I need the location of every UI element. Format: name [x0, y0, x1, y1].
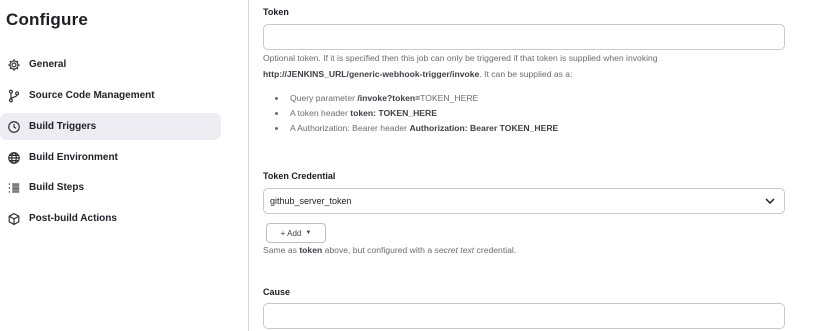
token-help-line2-tail: . It can be supplied as a:: [479, 69, 573, 79]
token-credential-selected: github_server_token: [270, 196, 352, 206]
bullet-icon: [275, 97, 278, 100]
page-title: Configure: [6, 10, 89, 29]
clock-icon: [6, 119, 22, 135]
bullet-icon: [275, 112, 278, 115]
token-help-line2: http://JENKINS_URL/generic-webhook-trigg…: [263, 66, 785, 82]
add-credential-button[interactable]: + Add ▼: [266, 223, 326, 243]
cause-input[interactable]: [263, 303, 785, 329]
sidebar: Configure General Source Code Management…: [0, 0, 235, 331]
token-label: Token: [263, 7, 289, 17]
sidebar-item-source-code-management[interactable]: Source Code Management: [0, 82, 221, 109]
cause-label: Cause: [263, 287, 291, 297]
gear-icon: [6, 57, 22, 73]
sidebar-item-label: Build Steps: [29, 182, 85, 193]
sidebar-item-build-steps[interactable]: Build Steps: [0, 174, 221, 201]
token-credential-label: Token Credential: [263, 171, 336, 181]
sidebar-item-label: Source Code Management: [29, 90, 155, 101]
sidebar-item-label: General: [29, 59, 67, 70]
token-credential-select[interactable]: github_server_token: [263, 188, 785, 214]
chevron-down-icon: [765, 198, 775, 205]
list-item: A Authorization: Bearer header Authoriza…: [275, 121, 558, 136]
sidebar-item-label: Post-build Actions: [29, 213, 117, 224]
sidebar-item-label: Build Environment: [29, 152, 118, 163]
token-help-url: http://JENKINS_URL/generic-webhook-trigg…: [263, 69, 480, 79]
sidebar-item-build-triggers[interactable]: Build Triggers: [0, 113, 221, 140]
branch-icon: [6, 88, 22, 104]
token-help-line1: Optional token. If it is specified then …: [263, 53, 658, 63]
token-help-text: Optional token. If it is specified then …: [263, 50, 785, 82]
sidebar-item-build-environment[interactable]: Build Environment: [0, 144, 221, 171]
cube-icon: [6, 211, 22, 227]
add-credential-label: + Add: [280, 228, 302, 238]
token-credential-help: Same as token above, but configured with…: [263, 245, 517, 255]
sidebar-item-general[interactable]: General: [0, 51, 221, 78]
list-item: A token header token: TOKEN_HERE: [275, 106, 558, 121]
list-icon: [6, 180, 22, 196]
list-item: Query parameter /invoke?token= TOKEN_HERE: [275, 91, 558, 106]
token-input[interactable]: [263, 24, 785, 50]
build-triggers-form: Token Optional token. If it is specified…: [263, 0, 785, 331]
jenkins-configure-page: Configure General Source Code Management…: [0, 0, 835, 331]
bullet-icon: [275, 127, 278, 130]
panel-divider: [248, 0, 249, 331]
sidebar-item-label: Build Triggers: [29, 121, 97, 132]
token-methods-list: Query parameter /invoke?token= TOKEN_HERE…: [275, 91, 558, 136]
sidebar-item-post-build-actions[interactable]: Post-build Actions: [0, 205, 221, 232]
caret-down-icon: ▼: [305, 230, 312, 236]
globe-icon: [6, 150, 22, 166]
